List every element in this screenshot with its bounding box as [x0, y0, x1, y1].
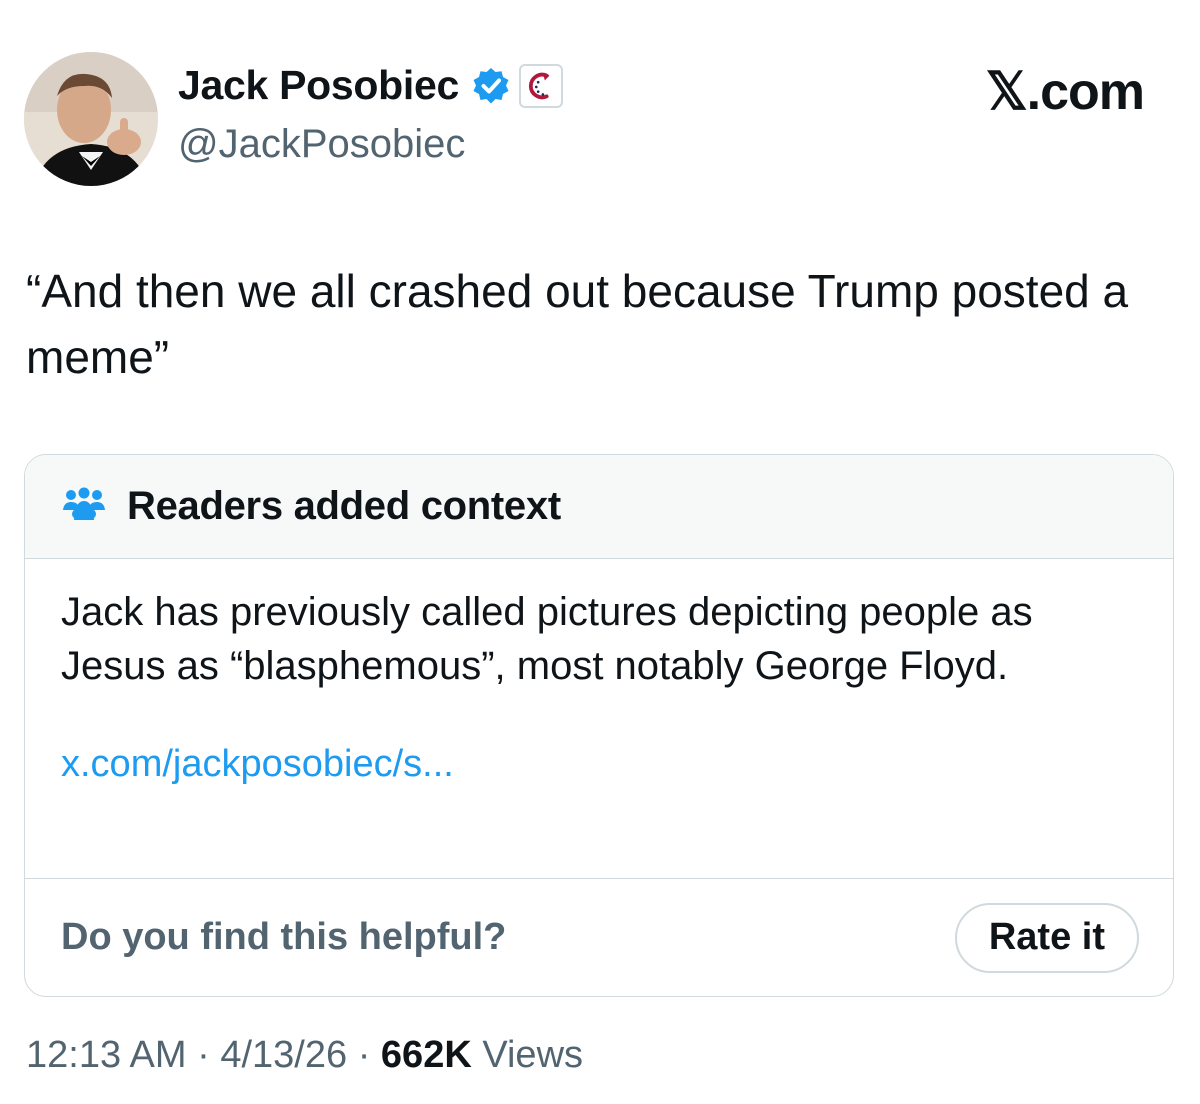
community-note-title: Readers added context — [127, 484, 561, 528]
brand-logo: 𝕏.com — [985, 63, 1145, 121]
affiliate-badge-icon[interactable] — [518, 63, 563, 108]
community-note-body-wrap: Jack has previously called pictures depi… — [25, 559, 1173, 879]
tweet-time[interactable]: 12:13 AM — [26, 1034, 187, 1076]
views-count: 662K — [380, 1034, 472, 1076]
community-note-header: Readers added context — [25, 455, 1173, 559]
avatar-image — [24, 52, 158, 186]
tweet-text: “And then we all crashed out because Tru… — [26, 265, 1129, 383]
community-note-footer: Do you find this helpful? Rate it — [25, 878, 1173, 996]
meta-separator: · — [197, 1034, 210, 1076]
author-name-row: Jack Posobiec — [178, 62, 563, 109]
community-note: Readers added context Jack has previousl… — [24, 454, 1174, 997]
verified-badge-icon[interactable] — [471, 66, 511, 106]
tweet-date[interactable]: 4/13/26 — [220, 1034, 347, 1076]
author-display-name[interactable]: Jack Posobiec — [178, 62, 459, 109]
rate-it-button[interactable]: Rate it — [954, 902, 1139, 973]
tweet-meta: 12:13 AM · 4/13/26 · 662K Views — [26, 1034, 583, 1077]
views-label: Views — [482, 1034, 584, 1076]
author-handle[interactable]: @JackPosobiec — [178, 122, 465, 167]
community-note-link[interactable]: x.com/jackposobiec/s... — [61, 737, 1137, 791]
community-note-body: Jack has previously called pictures depi… — [61, 590, 1033, 688]
meta-separator: · — [357, 1034, 371, 1076]
people-icon — [61, 486, 127, 527]
avatar[interactable] — [24, 52, 158, 186]
helpful-question: Do you find this helpful? — [61, 916, 507, 958]
